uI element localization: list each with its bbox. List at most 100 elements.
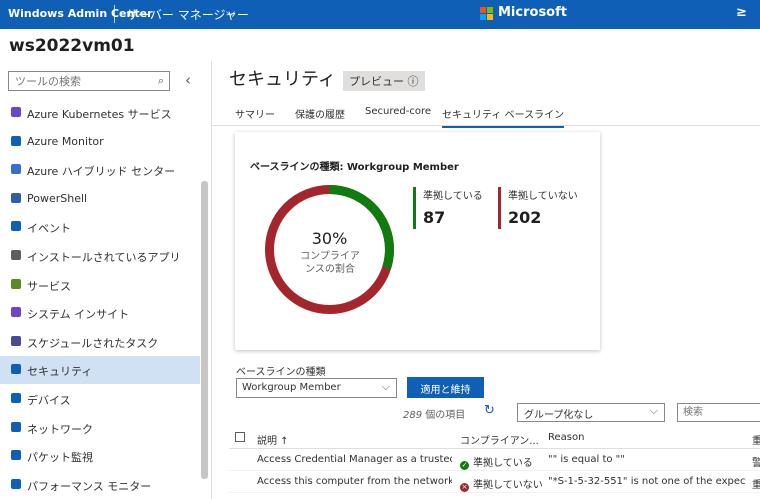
apply-and-maintain-button[interactable]: 適用と維持 bbox=[407, 377, 484, 398]
group-by-value: グループ化なし bbox=[524, 410, 594, 421]
main-content: セキュリティ プレビュー ⓘ サマリー 保護の履歴 Secured-core セ… bbox=[212, 61, 760, 499]
sidebar-item-label: セキュリティ bbox=[27, 365, 93, 379]
preview-badge[interactable]: プレビュー ⓘ bbox=[343, 71, 425, 91]
sidebar-item-label: ネットワーク bbox=[27, 422, 93, 436]
tab-security-baseline[interactable]: セキュリティ ベースライン bbox=[442, 106, 565, 128]
sidebar-item-label: インストールされているアプリ bbox=[27, 251, 181, 264]
item-count-number: 289 bbox=[403, 410, 423, 421]
column-header-severity[interactable]: 重 bbox=[752, 432, 760, 447]
server-name: ws2022vm01 bbox=[9, 36, 135, 56]
sidebar-item-services[interactable]: サービス bbox=[0, 271, 200, 299]
table-search-input[interactable] bbox=[683, 406, 760, 419]
row-compliance-text: 準拠している bbox=[473, 458, 533, 469]
item-count: 289 個の項目 bbox=[403, 406, 465, 421]
devices-icon bbox=[11, 393, 21, 403]
row-reason: "" is equal to "" bbox=[548, 454, 625, 465]
sidebar-item-tasks[interactable]: スケジュールされたタスク bbox=[0, 328, 200, 356]
search-icon[interactable]: ⌕ bbox=[158, 74, 164, 88]
baseline-type-dropdown[interactable]: Workgroup Member ⌵ bbox=[236, 378, 397, 398]
sidebar-item-insights[interactable]: システム インサイト bbox=[0, 299, 200, 327]
tool-search-input[interactable] bbox=[15, 74, 145, 88]
tools-sidebar: ⌕ ‹ Azure Kubernetes サービス Azure Monitor Az… bbox=[0, 61, 212, 499]
row-reason: "*S-1-5-32-551" is not one of the expect… bbox=[548, 476, 746, 487]
perf-icon bbox=[11, 478, 21, 489]
noncompliant-stat: 準拠していない 202 bbox=[498, 187, 578, 229]
brand-separator bbox=[114, 5, 115, 23]
sidebar-item-monitor[interactable]: Azure Monitor bbox=[0, 128, 200, 156]
powershell-icon bbox=[11, 192, 21, 203]
sidebar-item-label: デバイス bbox=[27, 394, 71, 407]
table-row[interactable]: Access Credential Manager as a trusted c… bbox=[229, 449, 760, 471]
table-search-box[interactable] bbox=[677, 403, 760, 422]
event-icon bbox=[11, 221, 21, 232]
sidebar-item-label: イベント bbox=[27, 222, 71, 236]
tab-protection-history[interactable]: 保護の履歴 bbox=[295, 106, 345, 121]
compliant-count: 87 bbox=[423, 208, 446, 227]
compliance-percent: 30% bbox=[311, 229, 348, 248]
row-description: Access Credential Manager as a trusted c… bbox=[257, 454, 452, 465]
cloud-icon bbox=[11, 164, 21, 175]
column-header-compliance[interactable]: コンプライアン... bbox=[460, 432, 540, 447]
sidebar-item-event[interactable]: イベント bbox=[0, 213, 200, 241]
compliant-stat: 準拠している 87 bbox=[413, 187, 483, 229]
tool-search-box[interactable]: ⌕ bbox=[8, 71, 170, 91]
tab-bar: サマリー 保護の履歴 Secured-core セキュリティ ベースライン bbox=[212, 99, 760, 128]
row-compliance-text: 準拠していない bbox=[473, 480, 543, 491]
kubernetes-icon bbox=[11, 107, 21, 117]
packet-icon bbox=[11, 450, 21, 461]
group-by-select[interactable]: グループ化なし ⌵ bbox=[517, 403, 665, 422]
baseline-type-value: Workgroup Member bbox=[242, 382, 341, 393]
compliance-percent-label: コンプライアンスの割合 bbox=[300, 251, 360, 275]
chevron-down-icon: ⌵ bbox=[649, 404, 658, 417]
column-header-description[interactable]: 説明 ↑ bbox=[257, 432, 289, 447]
sidebar-item-label: Azure ハイブリッド センター bbox=[27, 165, 176, 179]
sidebar-item-shield[interactable]: セキュリティ bbox=[0, 356, 200, 385]
compliant-label: 準拠している bbox=[423, 191, 483, 202]
select-all-checkbox[interactable] bbox=[235, 432, 245, 442]
sidebar-item-label: スケジュールされたタスク bbox=[27, 336, 159, 350]
monitor-icon bbox=[11, 135, 21, 146]
chevron-down-icon: ⌵ bbox=[381, 380, 390, 393]
table-header: 説明 ↑ コンプライアン... Reason 重 bbox=[229, 427, 760, 449]
microsoft-logo-icon bbox=[480, 7, 494, 21]
sidebar-item-label: パフォーマンス モニター bbox=[27, 479, 152, 493]
collapse-sidebar-icon[interactable]: ‹ bbox=[185, 71, 191, 89]
top-bar: Windows Admin Center サーバー マネージャー ⌵ Micro… bbox=[0, 0, 760, 29]
column-header-reason[interactable]: Reason bbox=[548, 432, 584, 443]
baseline-type-label: ベースラインの種類 bbox=[236, 367, 326, 378]
noncompliant-status-icon: × bbox=[460, 483, 469, 492]
network-icon bbox=[11, 421, 21, 432]
tab-summary[interactable]: サマリー bbox=[235, 106, 275, 121]
sidebar-item-label: サービス bbox=[27, 279, 71, 293]
compliance-card: ベースラインの種類: Workgroup Member 30% コンプライアンス… bbox=[235, 132, 600, 350]
noncompliant-count: 202 bbox=[508, 208, 542, 227]
terminal-icon[interactable]: ≥ bbox=[736, 5, 747, 20]
insights-icon bbox=[11, 307, 21, 318]
tab-secured-core[interactable]: Secured-core bbox=[365, 106, 431, 117]
shield-icon bbox=[11, 364, 21, 375]
sidebar-item-kubernetes[interactable]: Azure Kubernetes サービス bbox=[0, 99, 200, 127]
sidebar-item-apps[interactable]: インストールされているアプリ bbox=[0, 242, 200, 270]
sidebar-item-powershell[interactable]: PowerShell bbox=[0, 185, 200, 213]
services-icon bbox=[11, 278, 21, 289]
apps-icon bbox=[11, 250, 21, 260]
sidebar-item-cloud[interactable]: Azure ハイブリッド センター bbox=[0, 156, 200, 184]
sidebar-item-label: システム インサイト bbox=[27, 308, 130, 322]
sidebar-item-perf[interactable]: パフォーマンス モニター bbox=[0, 471, 200, 499]
chevron-down-icon[interactable]: ⌵ bbox=[226, 5, 235, 20]
microsoft-name: Microsoft bbox=[498, 5, 567, 20]
row-severity: 重 bbox=[752, 480, 760, 491]
sidebar-scrollbar[interactable] bbox=[201, 181, 208, 479]
sidebar-item-label: Azure Monitor bbox=[27, 134, 104, 148]
sidebar-item-network[interactable]: ネットワーク bbox=[0, 414, 200, 442]
sidebar-item-devices[interactable]: デバイス bbox=[0, 385, 200, 413]
sidebar-item-packet[interactable]: パケット監視 bbox=[0, 442, 200, 470]
page-title: セキュリティ bbox=[229, 69, 336, 90]
table-row[interactable]: Access this computer from the network × 準拠… bbox=[229, 471, 760, 493]
row-compliance-status: ✓ 準拠している bbox=[460, 454, 533, 470]
tasks-icon bbox=[11, 335, 21, 346]
refresh-icon[interactable]: ↻ bbox=[484, 403, 495, 418]
item-count-suffix: 個の項目 bbox=[422, 410, 466, 421]
row-severity: 警 bbox=[752, 458, 760, 469]
row-compliance-status: × 準拠していない bbox=[460, 476, 543, 492]
